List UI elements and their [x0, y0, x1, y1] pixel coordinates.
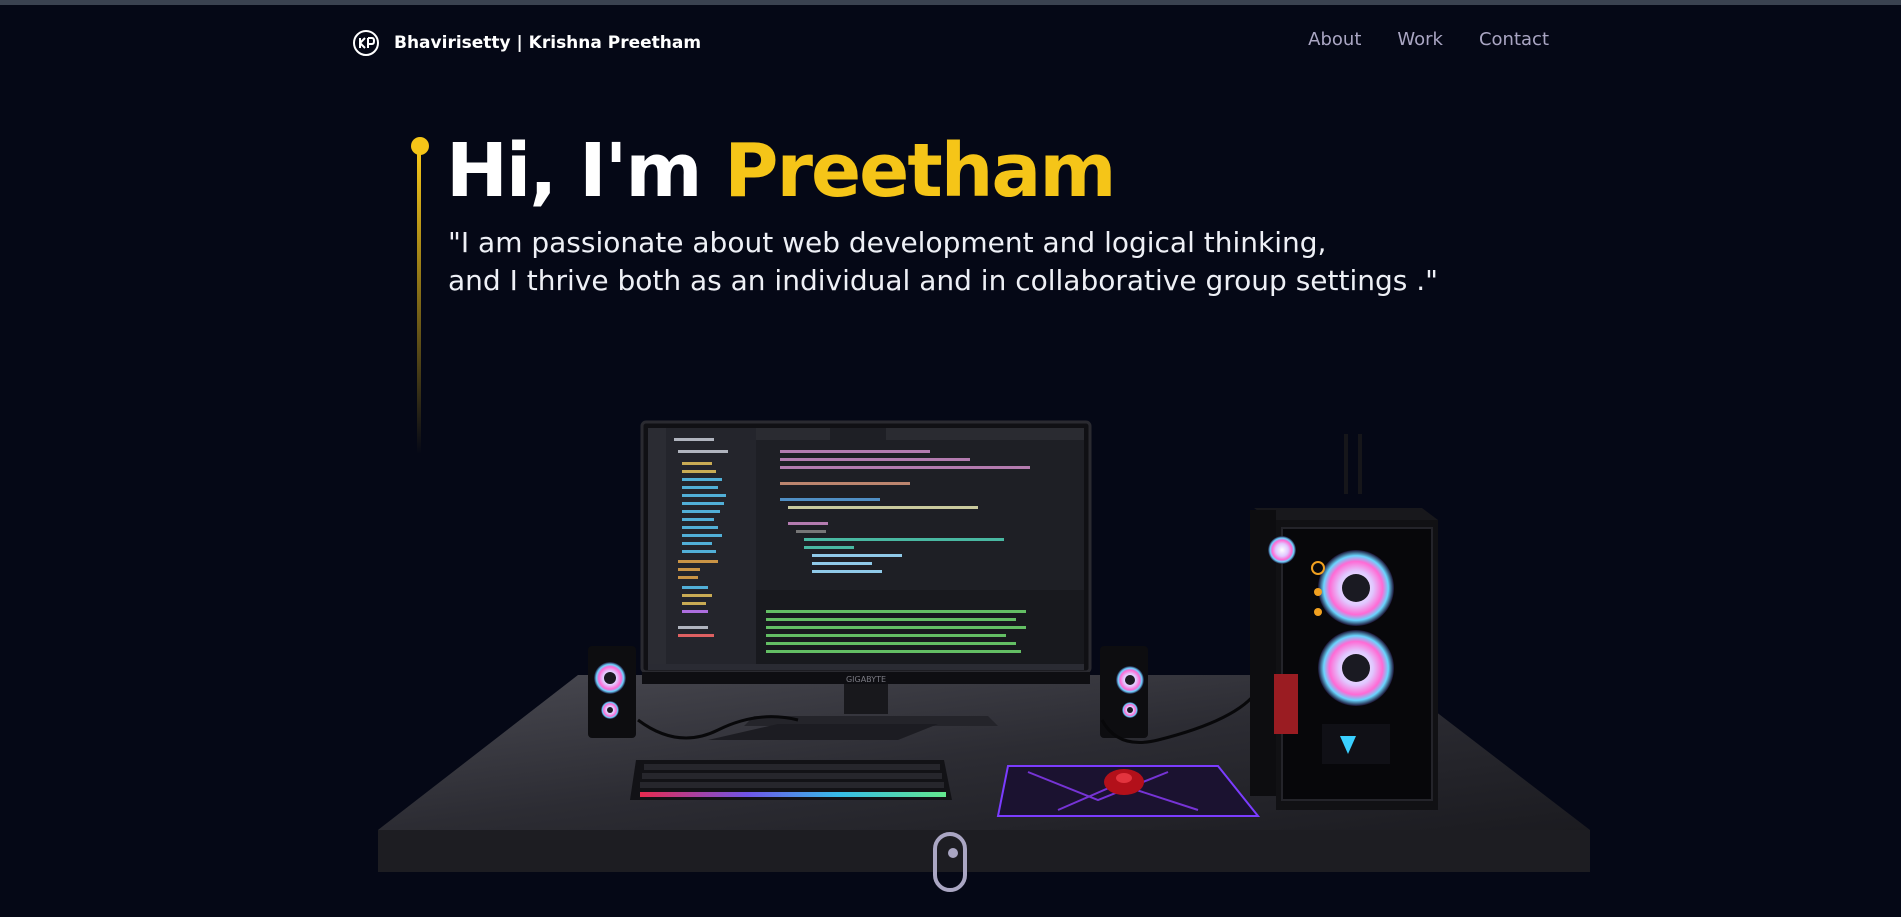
hero-title: Hi, I'm Preetham [446, 126, 1116, 216]
hero-tagline: "I am passionate about web development a… [448, 224, 1438, 300]
hero-tagline-line-2: and I thrive both as an individual and i… [448, 264, 1439, 297]
mousepad [996, 765, 1261, 817]
logo-icon [353, 30, 379, 56]
brand-link[interactable]: Bhavirisetty | Krishna Preetham [352, 29, 701, 57]
hero-tagline-line-1: "I am passionate about web development a… [448, 226, 1327, 259]
hero-accent-bar [417, 154, 421, 454]
nav-link-contact[interactable]: Contact [1479, 29, 1549, 50]
navbar: Bhavirisetty | Krishna Preetham About Wo… [0, 5, 1901, 77]
nav-links: About Work Contact [1308, 29, 1549, 50]
left-speaker [588, 646, 636, 738]
scroll-dot-icon [948, 848, 958, 858]
hero-greeting: Hi, I'm [446, 128, 702, 214]
scroll-down-indicator[interactable] [933, 832, 967, 892]
right-speaker [1100, 646, 1148, 738]
nav-link-work[interactable]: Work [1397, 29, 1443, 50]
hero-accent-line [410, 136, 430, 456]
brand-name: Bhavirisetty | Krishna Preetham [394, 33, 702, 53]
nav-link-about[interactable]: About [1308, 29, 1361, 50]
pc-tower [1250, 434, 1438, 810]
keyboard [630, 760, 952, 800]
hero-name: Preetham [724, 128, 1116, 214]
monitor-brand-label: GIGABYTE [846, 675, 886, 684]
hero-accent-dot [411, 137, 429, 155]
desktop-pc-scene: GIGABYTE [378, 420, 1590, 872]
